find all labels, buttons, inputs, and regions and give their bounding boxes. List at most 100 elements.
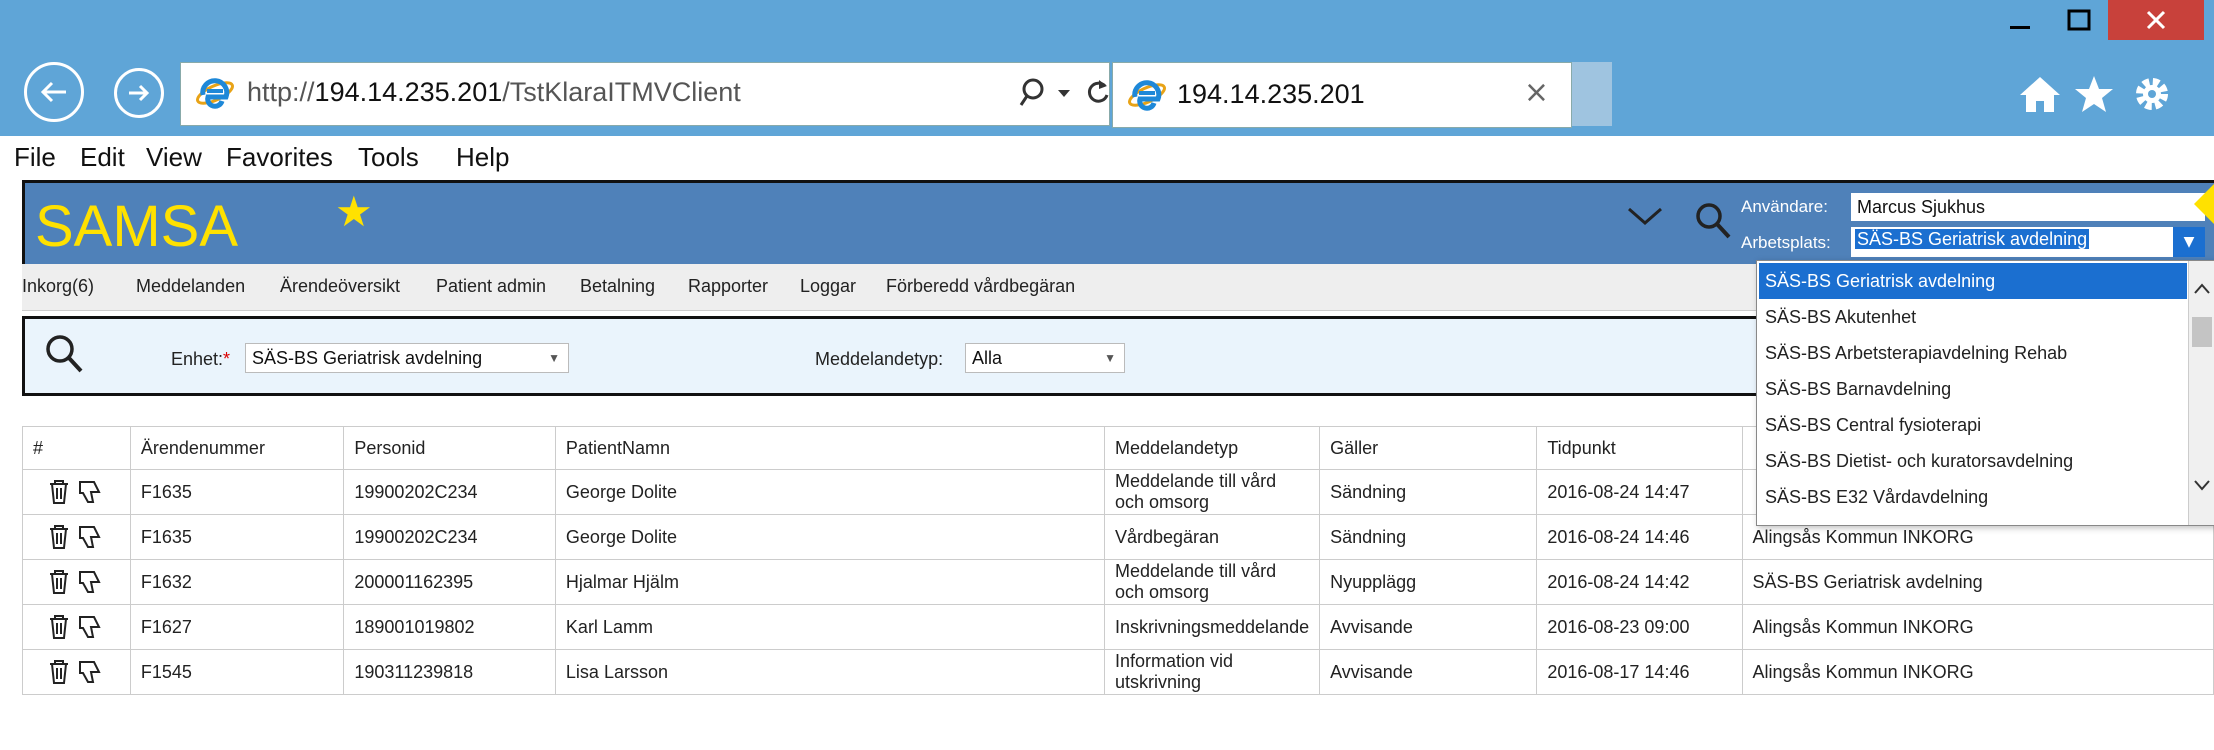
search-icon[interactable] <box>1019 77 1049 109</box>
timestamp: 2016-08-24 14:47 <box>1536 469 1743 515</box>
required-asterisk: * <box>223 349 231 369</box>
menu-view[interactable]: View <box>146 142 202 173</box>
thumbs-down-icon[interactable] <box>77 569 103 595</box>
user-field[interactable]: Marcus Sjukhus <box>1851 193 2205 221</box>
ie-logo-icon <box>1128 80 1166 111</box>
menu-help[interactable]: Help <box>456 142 509 173</box>
close-tab-icon[interactable]: × <box>1524 75 1549 110</box>
trash-icon[interactable] <box>47 659 71 685</box>
url-text: http://194.14.235.201/TstKlaraITMVClient <box>247 77 741 107</box>
case-number: F1632 <box>129 559 345 605</box>
column-header[interactable]: Ärendenummer <box>129 426 345 470</box>
chevron-down-icon: ▼ <box>548 351 560 365</box>
dropdown-option[interactable]: SÄS-BS Barnavdelning <box>1759 371 2187 407</box>
column-header[interactable]: Meddelandetyp <box>1103 426 1321 470</box>
message-type-select[interactable]: Alla ▼ <box>965 343 1125 373</box>
trash-icon[interactable] <box>47 569 71 595</box>
unit-select[interactable]: SÄS-BS Geriatrisk avdelning ▼ <box>245 343 569 373</box>
yellow-arrow-icon <box>2194 184 2214 224</box>
message-type: Meddelande till vård och omsorg <box>1103 469 1321 515</box>
minimize-button[interactable] <box>1990 0 2050 40</box>
browser-tab[interactable]: 194.14.235.201 × <box>1112 62 1572 128</box>
applies-to: Sändning <box>1319 514 1538 560</box>
column-header[interactable]: PatientNamn <box>554 426 1105 470</box>
thumbs-down-icon[interactable] <box>77 659 103 685</box>
favorite-star-icon[interactable]: ★ <box>335 187 373 236</box>
new-tab-button[interactable] <box>1572 62 1612 126</box>
dropdown-arrow-icon[interactable] <box>1057 89 1071 99</box>
menu-favorites[interactable]: Favorites <box>226 142 333 173</box>
close-icon <box>2146 10 2166 30</box>
dropdown-option[interactable]: SÄS-BS Central fysioterapi <box>1759 407 2187 443</box>
scroll-thumb[interactable] <box>2192 317 2212 347</box>
workplace-select[interactable]: SÄS-BS Geriatrisk avdelning <box>1851 227 2195 257</box>
refresh-icon[interactable] <box>1085 77 1111 107</box>
address-bar[interactable]: http://194.14.235.201/TstKlaraITMVClient <box>180 62 1110 126</box>
maximize-button[interactable] <box>2050 0 2108 40</box>
table-row[interactable]: F1545 190311239818 Lisa Larsson Informat… <box>22 649 2214 695</box>
scroll-down-icon[interactable] <box>2193 479 2211 491</box>
message-type: Information vid utskrivning <box>1103 649 1321 695</box>
header-search-icon[interactable] <box>1693 201 1733 241</box>
window-titlebar <box>0 0 2214 48</box>
app-logo-text: SAMSA <box>35 194 239 259</box>
favorites-star-icon[interactable] <box>2072 74 2116 114</box>
workplace-selected-text: SÄS-BS Geriatrisk avdelning <box>1855 229 2090 249</box>
table-row[interactable]: F1632 200001162395 Hjalmar Hjälm Meddela… <box>22 559 2214 605</box>
nav-inkorg[interactable]: Inkorg(6) <box>22 276 94 297</box>
nav-arendeoversikt[interactable]: Ärendeöversikt <box>280 276 400 297</box>
nav-rapporter[interactable]: Rapporter <box>688 276 768 297</box>
scroll-up-icon[interactable] <box>2193 283 2211 295</box>
case-number: F1545 <box>129 649 345 695</box>
patient-name: George Dolite <box>554 514 1105 560</box>
dropdown-scrollbar[interactable] <box>2188 261 2214 525</box>
patient-name: Karl Lamm <box>554 604 1105 650</box>
nav-betalning[interactable]: Betalning <box>580 276 655 297</box>
applies-to: Nyupplägg <box>1319 559 1538 605</box>
browser-toolbar: http://194.14.235.201/TstKlaraITMVClient… <box>0 48 2214 136</box>
thumbs-down-icon[interactable] <box>77 524 103 550</box>
message-type: Inskrivningsmeddelande <box>1103 604 1321 650</box>
forward-button[interactable] <box>114 68 164 118</box>
trash-icon[interactable] <box>47 524 71 550</box>
thumbs-down-icon[interactable] <box>77 614 103 640</box>
back-button[interactable] <box>24 62 84 122</box>
menu-tools[interactable]: Tools <box>358 142 419 173</box>
dropdown-option[interactable]: SÄS-BS Arbetsterapiavdelning Rehab <box>1759 335 2187 371</box>
nav-patient-admin[interactable]: Patient admin <box>436 276 546 297</box>
workplace-label: Arbetsplats: <box>1741 233 1831 252</box>
row-actions <box>22 649 131 695</box>
close-window-button[interactable] <box>2108 0 2204 40</box>
nav-meddelanden[interactable]: Meddelanden <box>136 276 245 297</box>
trash-icon[interactable] <box>47 479 71 505</box>
message-type-value: Alla <box>972 348 1003 368</box>
dropdown-option[interactable]: SÄS-BS E32 Vårdavdelning <box>1759 479 2187 515</box>
unit-label: Enhet:* <box>171 349 231 369</box>
dropdown-option[interactable]: SÄS-BS Geriatrisk avdelning <box>1759 263 2187 299</box>
home-icon[interactable] <box>2018 74 2062 114</box>
menu-file[interactable]: File <box>14 142 56 173</box>
row-actions <box>22 514 131 560</box>
dropdown-option[interactable]: SÄS-BS Akutenhet <box>1759 299 2187 335</box>
nav-forberedd-vardbegaran[interactable]: Förberedd vårdbegäran <box>886 276 1075 297</box>
chevron-down-icon[interactable] <box>1625 201 1665 231</box>
nav-loggar[interactable]: Loggar <box>800 276 856 297</box>
applies-to: Avvisande <box>1319 604 1538 650</box>
trash-icon[interactable] <box>47 614 71 640</box>
column-header[interactable]: # <box>22 426 131 470</box>
menu-bar: File Edit View Favorites Tools Help <box>0 136 2214 180</box>
unit-select-value: SÄS-BS Geriatrisk avdelning <box>252 348 483 368</box>
dropdown-option[interactable]: SÄS-BS Dietist- och kuratorsavdelning <box>1759 443 2187 479</box>
thumbs-down-icon[interactable] <box>77 479 103 505</box>
patient-name: Lisa Larsson <box>554 649 1105 695</box>
chevron-down-icon: ▼ <box>1104 351 1116 365</box>
column-header[interactable]: Personid <box>343 426 556 470</box>
filter-search-icon[interactable] <box>43 333 87 377</box>
menu-edit[interactable]: Edit <box>80 142 125 173</box>
column-header[interactable]: Tidpunkt <box>1536 426 1743 470</box>
column-header[interactable]: Gäller <box>1319 426 1538 470</box>
case-number: F1635 <box>129 469 345 515</box>
gear-icon[interactable] <box>2130 74 2174 114</box>
table-row[interactable]: F1627 189001019802 Karl Lamm Inskrivning… <box>22 604 2214 650</box>
person-id: 189001019802 <box>343 604 556 650</box>
